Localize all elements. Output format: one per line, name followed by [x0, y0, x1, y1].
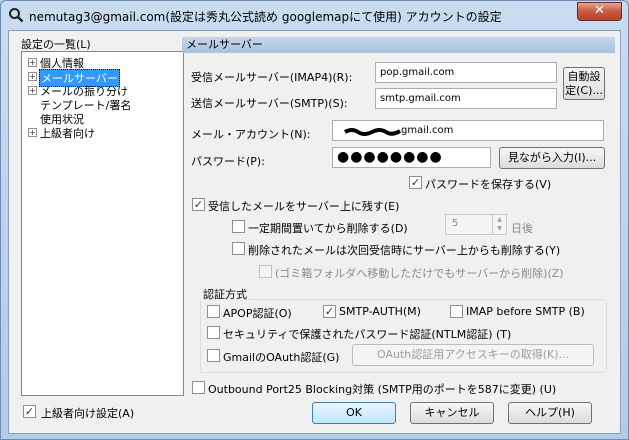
advanced-settings-checkbox[interactable]: ✓ [23, 405, 36, 418]
expand-icon[interactable]: + [28, 86, 37, 95]
apop-checkbox[interactable] [207, 305, 220, 318]
days-unit-label: 日後 [511, 222, 533, 235]
port25-label: Outbound Port25 Blocking対策 (SMTP用のポートを58… [208, 383, 557, 396]
smtp-auth-label: SMTP-AUTH(M) [339, 305, 421, 318]
dialog-client-area: 設定の一覧(L) + 個人情報 + メールサーバー + メールの振り分け テンプ… [8, 30, 621, 434]
imap-before-smtp-checkbox[interactable] [450, 305, 463, 318]
days-stepper[interactable]: 5 ▲ ▼ [445, 214, 507, 235]
settings-list-label: 設定の一覧(L) [21, 38, 91, 51]
smtp-auth-checkbox[interactable]: ✓ [323, 305, 336, 318]
expand-icon[interactable]: + [28, 72, 37, 81]
ntlm-checkbox[interactable] [207, 326, 220, 339]
show-password-button[interactable]: 見ながら入力(I)... [499, 147, 605, 169]
gmail-oauth-checkbox[interactable] [207, 349, 220, 362]
leave-on-server-checkbox[interactable]: ✓ [192, 198, 205, 211]
title-bar: nemutag3@gmail.com(設定は秀丸公式読め googlemapにて… [1, 1, 628, 29]
settings-tree[interactable]: + 個人情報 + メールサーバー + メールの振り分け テンプレート/署名 使用… [21, 51, 184, 396]
delete-after-period-label: 一定期間置いてから削除する(D) [248, 222, 408, 235]
close-button[interactable]: ✕ [577, 2, 622, 21]
leave-on-server-label: 受信したメールをサーバー上に残す(E) [208, 200, 400, 213]
cancel-button[interactable]: キャンセル [410, 402, 494, 424]
settings-window: nemutag3@gmail.com(設定は秀丸公式読め googlemapにて… [0, 0, 629, 440]
advanced-settings-label: 上級者向け設定(A) [41, 407, 135, 420]
section-header: メールサーバー [182, 37, 615, 53]
redaction-scribble [344, 128, 401, 136]
ntlm-label: セキュリティで保護されたパスワード認証(NTLM認証) (T) [223, 328, 512, 341]
imap-server-input[interactable]: pop.gmail.com [375, 62, 557, 83]
save-password-label: パスワードを保存する(V) [425, 178, 552, 191]
auto-config-button[interactable]: 自動設定(C)... [563, 67, 605, 100]
days-value: 5 [452, 218, 459, 229]
save-password-checkbox[interactable]: ✓ [409, 176, 422, 189]
password-input[interactable]: ●●●●●●●● [332, 147, 491, 168]
mail-account-label: メール・アカウント(N): [191, 128, 311, 141]
help-button[interactable]: ヘルプ(H) [508, 402, 592, 424]
delete-when-deleted-label: 削除されたメールは次回受信時にサーバー上からも削除する(Y) [248, 244, 561, 257]
smtp-server-input[interactable]: smtp.gmail.com [375, 88, 557, 109]
smtp-server-label: 送信メールサーバー(SMTP)(S): [191, 97, 348, 110]
expand-icon[interactable]: + [28, 58, 37, 67]
search-icon [9, 8, 24, 23]
tree-item-advanced[interactable]: 上級者向け [40, 125, 95, 141]
oauth-key-button[interactable]: OAuth認証用アクセスキーの取得(K)... [352, 344, 594, 366]
close-icon: ✕ [594, 3, 605, 18]
trash-move-label: (ゴミ箱フォルダへ移動しただけでもサーバーから削除)(Z) [275, 267, 564, 280]
window-title: nemutag3@gmail.com(設定は秀丸公式読め googlemapにて… [29, 10, 502, 24]
port25-checkbox[interactable] [192, 381, 205, 394]
expand-icon[interactable]: + [28, 128, 37, 137]
auth-method-label: 認証方式 [201, 286, 249, 302]
delete-after-period-checkbox[interactable] [232, 220, 245, 233]
imap-before-smtp-label: IMAP before SMTP (B) [466, 305, 585, 318]
delete-when-deleted-checkbox[interactable] [232, 242, 245, 255]
password-label: パスワード(P): [191, 155, 265, 168]
apop-label: APOP認証(O) [223, 307, 292, 320]
trash-move-checkbox[interactable] [259, 265, 272, 278]
gmail-oauth-label: GmailのOAuth認証(G) [223, 351, 340, 364]
stepper-arrows-icon[interactable]: ▲ ▼ [492, 215, 506, 234]
imap-server-label: 受信メールサーバー(IMAP4)(R): [191, 71, 353, 84]
ok-button[interactable]: OK [312, 402, 396, 424]
